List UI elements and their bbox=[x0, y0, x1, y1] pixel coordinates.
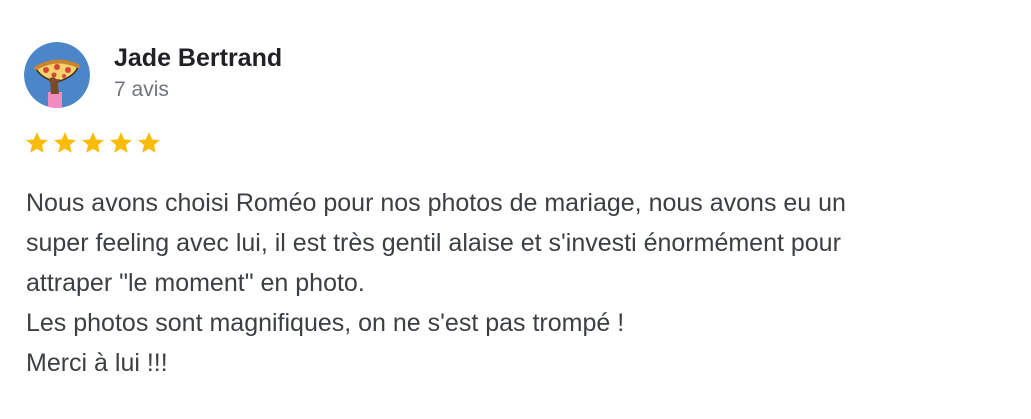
star-icon bbox=[52, 128, 78, 158]
review-text: Nous avons choisi Roméo pour nos photos … bbox=[26, 183, 986, 383]
review-line: Merci à lui !!! bbox=[26, 349, 168, 377]
star-icon bbox=[136, 128, 162, 158]
review-line: Les photos sont magnifiques, on ne s'est… bbox=[26, 309, 625, 337]
review-line: attraper "le moment" en photo. bbox=[26, 269, 365, 297]
reviewer-name[interactable]: Jade Bertrand bbox=[114, 42, 282, 74]
reviewer-avatar[interactable] bbox=[24, 42, 90, 108]
review-count: 7 avis bbox=[114, 78, 169, 101]
pizza-avatar-icon bbox=[24, 42, 90, 108]
star-icon bbox=[24, 128, 50, 158]
review-line: Nous avons choisi Roméo pour nos photos … bbox=[26, 189, 846, 217]
star-icon bbox=[108, 128, 134, 158]
star-icon bbox=[80, 128, 106, 158]
star-rating bbox=[24, 128, 162, 158]
review-line: super feeling avec lui, il est très gent… bbox=[26, 229, 841, 257]
review-card: Jade Bertrand 7 avis Nous avons choisi R… bbox=[0, 0, 1031, 419]
